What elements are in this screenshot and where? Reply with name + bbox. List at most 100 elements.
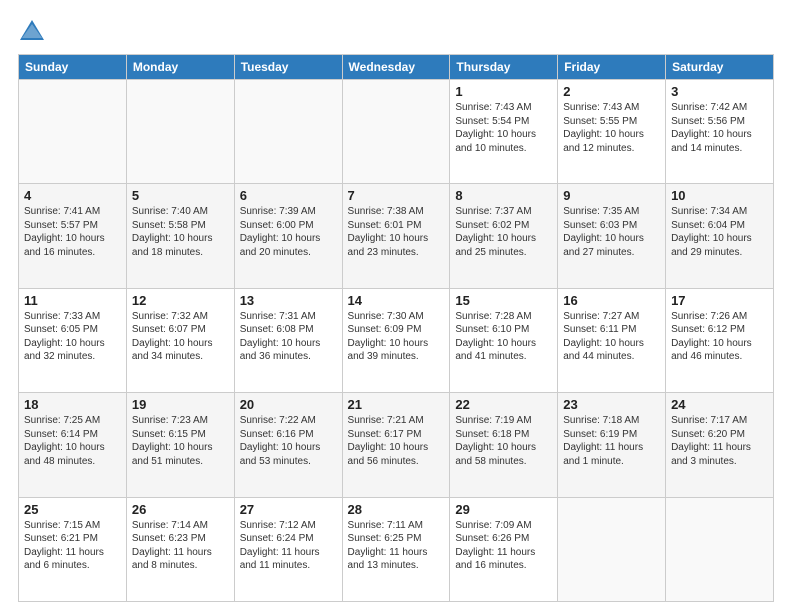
day-number: 24	[671, 397, 768, 412]
day-number: 11	[24, 293, 121, 308]
day-info: Sunrise: 7:43 AMSunset: 5:55 PMDaylight:…	[563, 101, 660, 155]
day-info: Sunrise: 7:11 AMSunset: 6:25 PMDaylight:…	[348, 519, 445, 573]
calendar-cell: 15 Sunrise: 7:28 AMSunset: 6:10 PMDayligh…	[450, 288, 558, 392]
calendar-cell	[558, 497, 666, 601]
day-number: 21	[348, 397, 445, 412]
day-number: 27	[240, 502, 337, 517]
calendar-week-row: 11 Sunrise: 7:33 AMSunset: 6:05 PMDayligh…	[19, 288, 774, 392]
calendar-cell: 20 Sunrise: 7:22 AMSunset: 6:16 PMDayligh…	[234, 393, 342, 497]
day-number: 23	[563, 397, 660, 412]
day-info: Sunrise: 7:22 AMSunset: 6:16 PMDaylight:…	[240, 414, 337, 468]
day-number: 18	[24, 397, 121, 412]
calendar-cell: 13Sunrise: 7:31 AMSunset: 6:08 PMDayligh…	[234, 288, 342, 392]
calendar-cell: 28 Sunrise: 7:11 AMSunset: 6:25 PMDayligh…	[342, 497, 450, 601]
calendar-cell: 26 Sunrise: 7:14 AMSunset: 6:23 PMDayligh…	[126, 497, 234, 601]
day-header: Friday	[558, 55, 666, 80]
day-info: Sunrise: 7:38 AMSunset: 6:01 PMDaylight:…	[348, 205, 445, 259]
day-info: Sunrise: 7:39 AMSunset: 6:00 PMDaylight:…	[240, 205, 337, 259]
day-info: Sunrise: 7:43 AMSunset: 5:54 PMDaylight:…	[455, 101, 552, 155]
day-number: 13	[240, 293, 337, 308]
calendar-cell: 18 Sunrise: 7:25 AMSunset: 6:14 PMDayligh…	[19, 393, 127, 497]
calendar-week-row: 4 Sunrise: 7:41 AMSunset: 5:57 PMDaylight…	[19, 184, 774, 288]
calendar-cell: 11 Sunrise: 7:33 AMSunset: 6:05 PMDayligh…	[19, 288, 127, 392]
calendar-cell: 27 Sunrise: 7:12 AMSunset: 6:24 PMDayligh…	[234, 497, 342, 601]
calendar-cell: 12 Sunrise: 7:32 AMSunset: 6:07 PMDayligh…	[126, 288, 234, 392]
calendar-body: 1 Sunrise: 7:43 AMSunset: 5:54 PMDaylight…	[19, 80, 774, 602]
logo	[18, 18, 50, 46]
calendar-cell	[234, 80, 342, 184]
day-info: Sunrise: 7:25 AMSunset: 6:14 PMDaylight:…	[24, 414, 121, 468]
calendar-cell: 29Sunrise: 7:09 AMSunset: 6:26 PMDayligh…	[450, 497, 558, 601]
day-info: Sunrise: 7:27 AMSunset: 6:11 PMDaylight:…	[563, 310, 660, 364]
day-info: Sunrise: 7:26 AMSunset: 6:12 PMDaylight:…	[671, 310, 768, 364]
day-info: Sunrise: 7:34 AMSunset: 6:04 PMDaylight:…	[671, 205, 768, 259]
calendar-cell: 17Sunrise: 7:26 AMSunset: 6:12 PMDayligh…	[666, 288, 774, 392]
calendar-cell	[19, 80, 127, 184]
calendar-cell: 25 Sunrise: 7:15 AMSunset: 6:21 PMDayligh…	[19, 497, 127, 601]
day-number: 15	[455, 293, 552, 308]
calendar-cell: 1 Sunrise: 7:43 AMSunset: 5:54 PMDaylight…	[450, 80, 558, 184]
calendar-cell: 10Sunrise: 7:34 AMSunset: 6:04 PMDayligh…	[666, 184, 774, 288]
calendar-cell: 22 Sunrise: 7:19 AMSunset: 6:18 PMDayligh…	[450, 393, 558, 497]
calendar-cell: 4 Sunrise: 7:41 AMSunset: 5:57 PMDaylight…	[19, 184, 127, 288]
day-info: Sunrise: 7:41 AMSunset: 5:57 PMDaylight:…	[24, 205, 121, 259]
calendar-week-row: 1 Sunrise: 7:43 AMSunset: 5:54 PMDaylight…	[19, 80, 774, 184]
calendar-cell: 2 Sunrise: 7:43 AMSunset: 5:55 PMDaylight…	[558, 80, 666, 184]
day-number: 14	[348, 293, 445, 308]
day-number: 19	[132, 397, 229, 412]
day-info: Sunrise: 7:32 AMSunset: 6:07 PMDaylight:…	[132, 310, 229, 364]
calendar-cell: 3 Sunrise: 7:42 AMSunset: 5:56 PMDaylight…	[666, 80, 774, 184]
calendar: SundayMondayTuesdayWednesdayThursdayFrid…	[18, 54, 774, 602]
day-number: 16	[563, 293, 660, 308]
day-info: Sunrise: 7:30 AMSunset: 6:09 PMDaylight:…	[348, 310, 445, 364]
day-number: 29	[455, 502, 552, 517]
calendar-cell: 8 Sunrise: 7:37 AMSunset: 6:02 PMDaylight…	[450, 184, 558, 288]
day-info: Sunrise: 7:17 AMSunset: 6:20 PMDaylight:…	[671, 414, 768, 468]
day-number: 3	[671, 84, 768, 99]
day-info: Sunrise: 7:37 AMSunset: 6:02 PMDaylight:…	[455, 205, 552, 259]
day-number: 12	[132, 293, 229, 308]
logo-icon	[18, 18, 46, 46]
calendar-cell	[666, 497, 774, 601]
calendar-cell: 5Sunrise: 7:40 AMSunset: 5:58 PMDaylight…	[126, 184, 234, 288]
calendar-header-row: SundayMondayTuesdayWednesdayThursdayFrid…	[19, 55, 774, 80]
day-number: 28	[348, 502, 445, 517]
day-info: Sunrise: 7:12 AMSunset: 6:24 PMDaylight:…	[240, 519, 337, 573]
day-info: Sunrise: 7:28 AMSunset: 6:10 PMDaylight:…	[455, 310, 552, 364]
calendar-cell: 14 Sunrise: 7:30 AMSunset: 6:09 PMDayligh…	[342, 288, 450, 392]
calendar-cell: 24 Sunrise: 7:17 AMSunset: 6:20 PMDayligh…	[666, 393, 774, 497]
day-info: Sunrise: 7:23 AMSunset: 6:15 PMDaylight:…	[132, 414, 229, 468]
day-header: Monday	[126, 55, 234, 80]
day-header: Thursday	[450, 55, 558, 80]
day-info: Sunrise: 7:14 AMSunset: 6:23 PMDaylight:…	[132, 519, 229, 573]
day-number: 7	[348, 188, 445, 203]
calendar-week-row: 18 Sunrise: 7:25 AMSunset: 6:14 PMDayligh…	[19, 393, 774, 497]
day-number: 1	[455, 84, 552, 99]
day-number: 20	[240, 397, 337, 412]
day-number: 8	[455, 188, 552, 203]
day-info: Sunrise: 7:21 AMSunset: 6:17 PMDaylight:…	[348, 414, 445, 468]
day-number: 9	[563, 188, 660, 203]
day-number: 4	[24, 188, 121, 203]
day-info: Sunrise: 7:18 AMSunset: 6:19 PMDaylight:…	[563, 414, 660, 468]
calendar-cell: 21 Sunrise: 7:21 AMSunset: 6:17 PMDayligh…	[342, 393, 450, 497]
day-number: 22	[455, 397, 552, 412]
day-number: 6	[240, 188, 337, 203]
day-info: Sunrise: 7:19 AMSunset: 6:18 PMDaylight:…	[455, 414, 552, 468]
calendar-week-row: 25 Sunrise: 7:15 AMSunset: 6:21 PMDayligh…	[19, 497, 774, 601]
calendar-cell: 6 Sunrise: 7:39 AMSunset: 6:00 PMDaylight…	[234, 184, 342, 288]
day-number: 2	[563, 84, 660, 99]
day-number: 26	[132, 502, 229, 517]
calendar-cell: 16 Sunrise: 7:27 AMSunset: 6:11 PMDayligh…	[558, 288, 666, 392]
day-info: Sunrise: 7:42 AMSunset: 5:56 PMDaylight:…	[671, 101, 768, 155]
day-number: 5	[132, 188, 229, 203]
calendar-cell	[126, 80, 234, 184]
day-header: Wednesday	[342, 55, 450, 80]
day-header: Saturday	[666, 55, 774, 80]
day-info: Sunrise: 7:33 AMSunset: 6:05 PMDaylight:…	[24, 310, 121, 364]
day-header: Tuesday	[234, 55, 342, 80]
calendar-cell: 23 Sunrise: 7:18 AMSunset: 6:19 PMDayligh…	[558, 393, 666, 497]
day-header: Sunday	[19, 55, 127, 80]
day-info: Sunrise: 7:15 AMSunset: 6:21 PMDaylight:…	[24, 519, 121, 573]
day-number: 25	[24, 502, 121, 517]
